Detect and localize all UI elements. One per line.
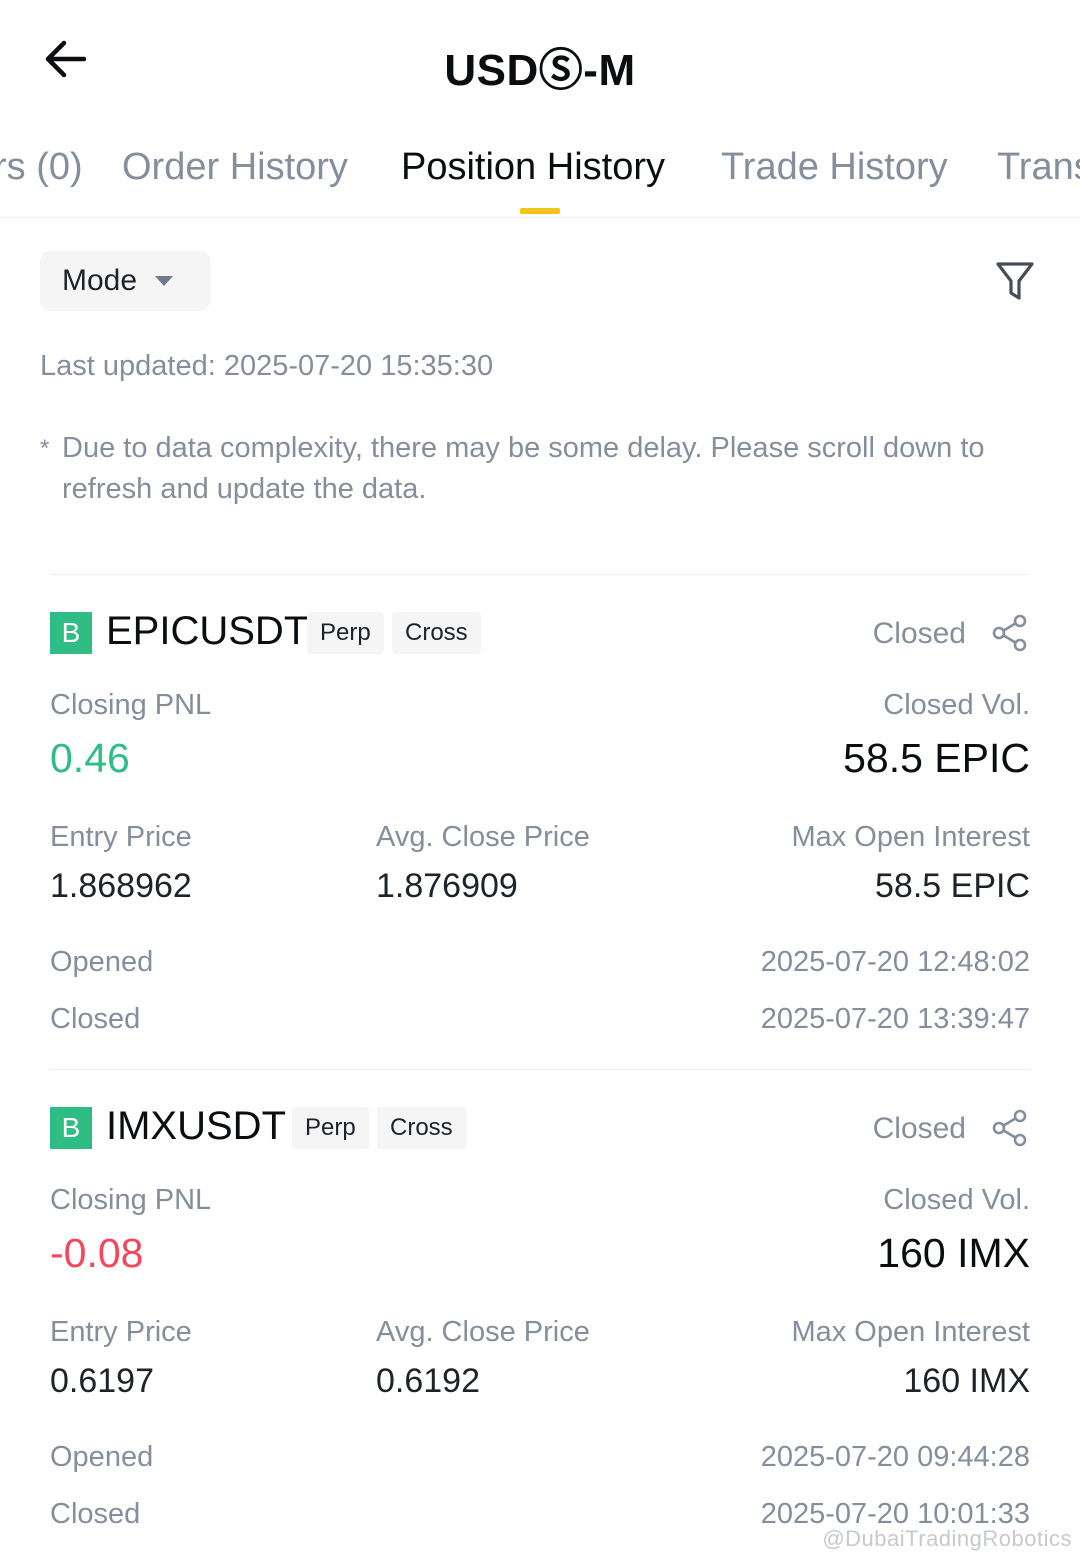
tab-position-history[interactable]: Position History <box>401 146 665 189</box>
watermark: @DubaiTradingRobotics <box>822 1526 1072 1551</box>
position-symbol: IMXUSDT <box>106 1104 286 1148</box>
closing-pnl-label: Closing PNL <box>50 689 212 721</box>
tab-order-history[interactable]: Order History <box>122 146 348 189</box>
closed-label: Closed <box>50 1498 141 1530</box>
buy-side-badge: B <box>50 1107 92 1149</box>
closed-vol-label: Closed Vol. <box>883 689 1030 721</box>
position-symbol: EPICUSDT <box>106 609 309 653</box>
opened-time: 2025-07-20 12:48:02 <box>760 946 1030 978</box>
avg-close-price-label: Avg. Close Price <box>376 821 590 853</box>
position-card[interactable]: B IMXUSDT Perp Cross Closed Closing PNL … <box>50 1069 1030 1565</box>
closed-vol-value: 160 IMX <box>877 1230 1030 1276</box>
margin-mode-chip: Cross <box>377 1107 466 1149</box>
header: USDⓈ-M <box>0 0 1080 120</box>
opened-label: Opened <box>50 1441 154 1473</box>
last-updated-text: Last updated: 2025-07-20 15:35:30 <box>40 350 494 382</box>
page-title: USDⓈ-M <box>444 46 636 95</box>
max-open-interest-value: 160 IMX <box>903 1362 1030 1400</box>
closing-pnl-label: Closing PNL <box>50 1184 212 1216</box>
active-tab-indicator <box>520 208 560 214</box>
avg-close-price-value: 0.6192 <box>376 1362 480 1400</box>
closing-pnl-value: 0.46 <box>50 735 130 781</box>
closed-label: Closed <box>50 1003 141 1035</box>
entry-price-value: 0.6197 <box>50 1362 154 1400</box>
tab-open-orders[interactable]: rs (0) <box>0 146 83 189</box>
filter-button[interactable] <box>992 258 1038 304</box>
entry-price-label: Entry Price <box>50 821 192 853</box>
caret-down-icon <box>155 276 174 286</box>
closing-pnl-value: -0.08 <box>50 1230 144 1276</box>
perp-chip: Perp <box>292 1107 369 1149</box>
opened-time: 2025-07-20 09:44:28 <box>760 1441 1030 1473</box>
entry-price-label: Entry Price <box>50 1316 192 1348</box>
avg-close-price-label: Avg. Close Price <box>376 1316 590 1348</box>
share-button[interactable] <box>990 1108 1030 1148</box>
closed-vol-label: Closed Vol. <box>883 1184 1030 1216</box>
position-status: Closed <box>872 617 966 650</box>
share-icon <box>992 614 1027 652</box>
tab-bar: rs (0) Order History Position History Tr… <box>0 130 1080 218</box>
margin-mode-chip: Cross <box>392 612 481 654</box>
max-open-interest-label: Max Open Interest <box>791 821 1030 853</box>
position-card[interactable]: B EPICUSDT Perp Cross Closed Closing PNL… <box>50 574 1030 1070</box>
position-status: Closed <box>872 1112 966 1145</box>
share-button[interactable] <box>990 613 1030 653</box>
share-icon <box>992 1109 1027 1147</box>
filter-icon <box>996 262 1034 300</box>
mode-dropdown[interactable]: Mode <box>40 251 210 311</box>
notice-text: Due to data complexity, there may be som… <box>62 432 985 505</box>
tab-trade-history[interactable]: Trade History <box>721 146 948 189</box>
entry-price-value: 1.868962 <box>50 867 192 905</box>
notice-asterisk: * <box>40 435 50 462</box>
mode-label: Mode <box>62 264 138 297</box>
tab-transaction-history[interactable]: Trans <box>997 146 1080 189</box>
perp-chip: Perp <box>307 612 384 654</box>
opened-label: Opened <box>50 946 154 978</box>
max-open-interest-label: Max Open Interest <box>791 1316 1030 1348</box>
closed-vol-value: 58.5 EPIC <box>843 735 1030 781</box>
delay-notice: * Due to data complexity, there may be s… <box>40 428 1040 510</box>
buy-side-badge: B <box>50 612 92 654</box>
avg-close-price-value: 1.876909 <box>376 867 518 905</box>
position-history-page: USDⓈ-M rs (0) Order History Position His… <box>0 0 1080 1567</box>
closed-time: 2025-07-20 13:39:47 <box>760 1003 1030 1035</box>
max-open-interest-value: 58.5 EPIC <box>875 867 1030 905</box>
